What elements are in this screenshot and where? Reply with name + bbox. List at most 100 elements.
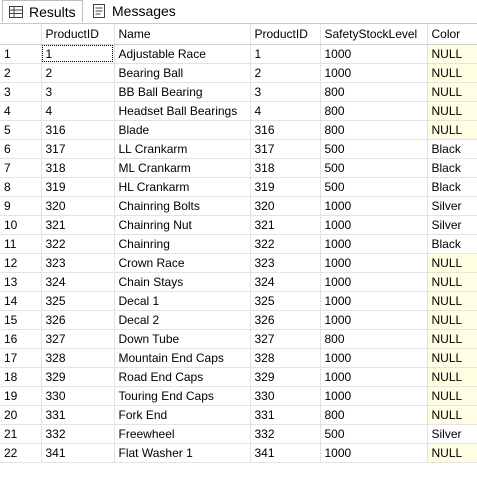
row-number-header[interactable]: [0, 24, 42, 45]
table-cell[interactable]: 2: [41, 63, 115, 83]
row-number-cell[interactable]: 10: [0, 215, 42, 235]
table-cell[interactable]: 328: [250, 348, 321, 368]
table-cell[interactable]: 800: [320, 120, 428, 140]
table-cell[interactable]: Flat Washer 1: [114, 443, 251, 463]
table-cell[interactable]: Freewheel: [114, 424, 251, 444]
table-cell[interactable]: 1000: [320, 253, 428, 273]
row-number-cell[interactable]: 12: [0, 253, 42, 273]
row-number-cell[interactable]: 5: [0, 120, 42, 140]
table-row[interactable]: 3 3 BB Ball Bearing 3 800 NULL: [0, 82, 477, 102]
table-cell[interactable]: Black: [427, 158, 477, 178]
row-number-cell[interactable]: 20: [0, 405, 42, 425]
table-cell[interactable]: 329: [41, 367, 115, 387]
table-cell[interactable]: 2: [250, 63, 321, 83]
table-row[interactable]: 7 318 ML Crankarm 318 500 Black: [0, 158, 477, 178]
table-cell[interactable]: 1000: [320, 196, 428, 216]
table-cell[interactable]: 327: [41, 329, 115, 349]
row-number-cell[interactable]: 6: [0, 139, 42, 159]
row-number-cell[interactable]: 16: [0, 329, 42, 349]
table-cell[interactable]: Headset Ball Bearings: [114, 101, 251, 121]
table-cell[interactable]: NULL: [427, 348, 477, 368]
table-cell[interactable]: 324: [41, 272, 115, 292]
table-cell[interactable]: 318: [250, 158, 321, 178]
table-cell[interactable]: 1000: [320, 272, 428, 292]
table-cell[interactable]: LL Crankarm: [114, 139, 251, 159]
table-cell[interactable]: 321: [250, 215, 321, 235]
column-header[interactable]: ProductID: [41, 24, 115, 45]
table-row[interactable]: 5 316 Blade 316 800 NULL: [0, 120, 477, 140]
table-cell[interactable]: NULL: [427, 443, 477, 463]
table-cell[interactable]: NULL: [427, 310, 477, 330]
table-row[interactable]: 6 317 LL Crankarm 317 500 Black: [0, 139, 477, 159]
row-number-cell[interactable]: 8: [0, 177, 42, 197]
table-cell[interactable]: 4: [41, 101, 115, 121]
table-cell[interactable]: 322: [250, 234, 321, 254]
table-cell[interactable]: Crown Race: [114, 253, 251, 273]
table-cell[interactable]: ML Crankarm: [114, 158, 251, 178]
table-cell[interactable]: 321: [41, 215, 115, 235]
row-number-cell[interactable]: 14: [0, 291, 42, 311]
table-cell[interactable]: 324: [250, 272, 321, 292]
results-table[interactable]: ProductID Name ProductID SafetyStockLevel Co…: [0, 24, 477, 463]
table-cell[interactable]: NULL: [427, 405, 477, 425]
row-number-cell[interactable]: 2: [0, 63, 42, 83]
tab-results[interactable]: Results: [2, 0, 83, 22]
table-row[interactable]: 21 332 Freewheel 332 500 Silver: [0, 424, 477, 444]
table-row[interactable]: 11 322 Chainring 322 1000 Black: [0, 234, 477, 254]
table-cell[interactable]: 320: [250, 196, 321, 216]
table-row[interactable]: 22 341 Flat Washer 1 341 1000 NULL: [0, 443, 477, 463]
table-cell[interactable]: 1000: [320, 44, 428, 64]
table-row[interactable]: 8 319 HL Crankarm 319 500 Black: [0, 177, 477, 197]
table-cell[interactable]: 323: [250, 253, 321, 273]
table-cell[interactable]: Silver: [427, 215, 477, 235]
table-row[interactable]: 2 2 Bearing Ball 2 1000 NULL: [0, 63, 477, 83]
table-cell[interactable]: 325: [41, 291, 115, 311]
table-cell[interactable]: 326: [250, 310, 321, 330]
table-cell[interactable]: 332: [41, 424, 115, 444]
table-cell[interactable]: NULL: [427, 44, 477, 64]
table-cell[interactable]: 317: [250, 139, 321, 159]
column-header[interactable]: SafetyStockLevel: [320, 24, 428, 45]
table-cell[interactable]: 330: [41, 386, 115, 406]
column-header[interactable]: Name: [114, 24, 251, 45]
table-cell[interactable]: 328: [41, 348, 115, 368]
table-cell[interactable]: Road End Caps: [114, 367, 251, 387]
table-cell[interactable]: Silver: [427, 196, 477, 216]
row-number-cell[interactable]: 3: [0, 82, 42, 102]
table-cell[interactable]: 800: [320, 405, 428, 425]
table-cell[interactable]: 327: [250, 329, 321, 349]
table-cell[interactable]: 800: [320, 101, 428, 121]
table-cell[interactable]: 326: [41, 310, 115, 330]
table-cell[interactable]: Decal 1: [114, 291, 251, 311]
row-number-cell[interactable]: 18: [0, 367, 42, 387]
row-number-cell[interactable]: 7: [0, 158, 42, 178]
table-cell[interactable]: NULL: [427, 82, 477, 102]
table-cell[interactable]: 332: [250, 424, 321, 444]
table-cell[interactable]: Black: [427, 139, 477, 159]
table-cell[interactable]: Chainring: [114, 234, 251, 254]
table-cell[interactable]: 1000: [320, 215, 428, 235]
table-cell[interactable]: Blade: [114, 120, 251, 140]
table-cell[interactable]: 331: [41, 405, 115, 425]
table-row[interactable]: 16 327 Down Tube 327 800 NULL: [0, 329, 477, 349]
table-row[interactable]: 9 320 Chainring Bolts 320 1000 Silver: [0, 196, 477, 216]
table-cell[interactable]: 1000: [320, 234, 428, 254]
table-cell[interactable]: NULL: [427, 386, 477, 406]
results-grid[interactable]: ProductID Name ProductID SafetyStockLevel Co…: [0, 24, 477, 480]
table-cell[interactable]: 1000: [320, 367, 428, 387]
table-cell[interactable]: 331: [250, 405, 321, 425]
table-cell[interactable]: 800: [320, 82, 428, 102]
table-row[interactable]: 13 324 Chain Stays 324 1000 NULL: [0, 272, 477, 292]
table-cell[interactable]: Silver: [427, 424, 477, 444]
table-cell[interactable]: 500: [320, 139, 428, 159]
table-cell[interactable]: 318: [41, 158, 115, 178]
row-number-cell[interactable]: 4: [0, 101, 42, 121]
table-cell[interactable]: 4: [250, 101, 321, 121]
table-cell[interactable]: Bearing Ball: [114, 63, 251, 83]
row-number-cell[interactable]: 17: [0, 348, 42, 368]
table-cell[interactable]: Chain Stays: [114, 272, 251, 292]
table-cell[interactable]: Mountain End Caps: [114, 348, 251, 368]
table-cell[interactable]: Chainring Nut: [114, 215, 251, 235]
table-cell[interactable]: 1000: [320, 348, 428, 368]
row-number-cell[interactable]: 15: [0, 310, 42, 330]
